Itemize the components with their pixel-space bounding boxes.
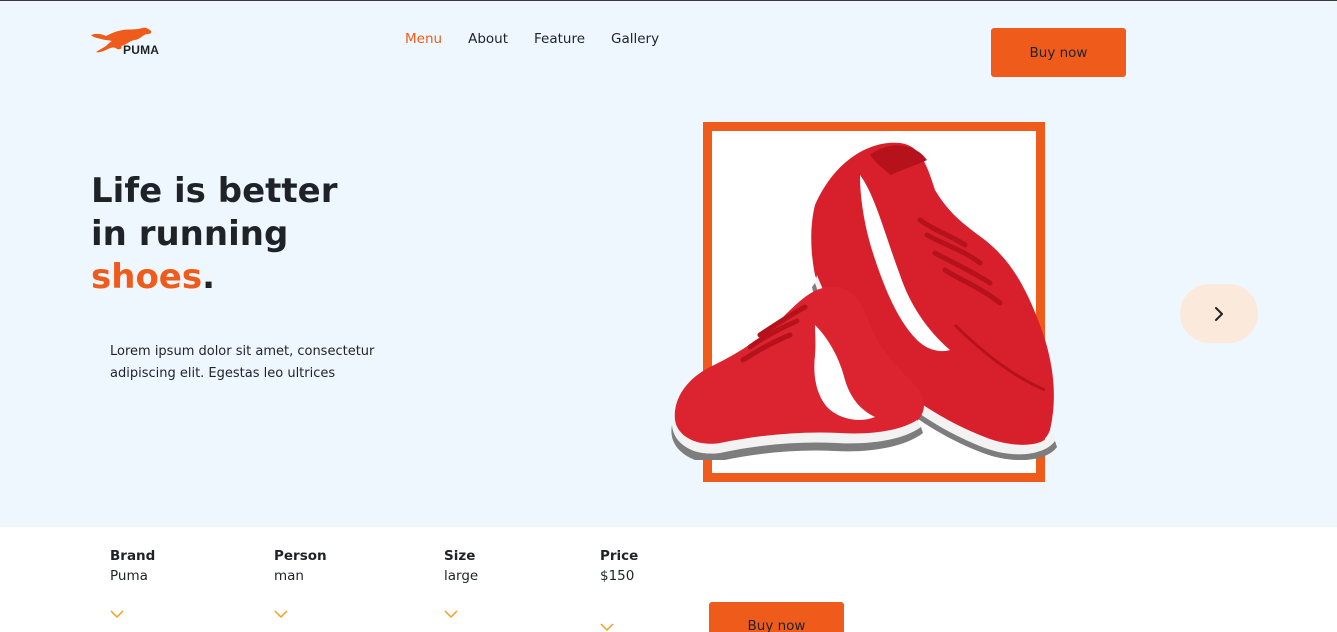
nav-item-feature[interactable]: Feature xyxy=(534,31,585,47)
next-slide-button[interactable] xyxy=(1180,284,1258,343)
spec-label: Person xyxy=(274,548,327,564)
brand-logo[interactable]: PUMA xyxy=(90,26,170,60)
size-dropdown-chevron-down-icon[interactable] xyxy=(444,610,458,619)
running-shoes-illustration xyxy=(671,142,1057,461)
product-buy-now-button[interactable]: Buy now xyxy=(709,602,844,632)
spec-price: Price $150 xyxy=(600,548,638,584)
person-dropdown-chevron-down-icon[interactable] xyxy=(274,610,288,619)
product-image xyxy=(665,135,1065,461)
headline-line-1: Life is better xyxy=(91,171,338,211)
spec-label: Price xyxy=(600,548,639,564)
header-buy-now-button[interactable]: Buy now xyxy=(991,28,1126,77)
headline-period: . xyxy=(202,257,216,297)
brand-name: PUMA xyxy=(123,43,160,57)
nav-item-menu[interactable]: Menu xyxy=(405,31,442,47)
spec-brand: Brand Puma xyxy=(110,548,155,584)
spec-value: large xyxy=(444,568,479,584)
chevron-right-icon xyxy=(1215,306,1223,321)
headline-accent-word: shoes xyxy=(91,257,203,297)
spec-value: man xyxy=(274,568,304,584)
headline-line-2: in running xyxy=(91,214,289,254)
hero-description: Lorem ipsum dolor sit amet, consectetur … xyxy=(110,344,375,381)
spec-label: Size xyxy=(444,548,476,564)
price-dropdown-chevron-down-icon[interactable] xyxy=(600,623,614,632)
nav-item-gallery[interactable]: Gallery xyxy=(611,31,659,47)
spec-person: Person man xyxy=(274,548,327,584)
brand-dropdown-chevron-down-icon[interactable] xyxy=(110,610,124,619)
spec-label: Brand xyxy=(110,548,156,564)
spec-value: $150 xyxy=(600,568,635,584)
nav-item-about[interactable]: About xyxy=(468,31,508,47)
spec-size: Size large xyxy=(444,548,478,584)
spec-value: Puma xyxy=(110,568,148,584)
hero-headline: Life is better in running shoes. xyxy=(91,170,337,299)
main-nav: Menu About Feature Gallery xyxy=(405,31,685,47)
